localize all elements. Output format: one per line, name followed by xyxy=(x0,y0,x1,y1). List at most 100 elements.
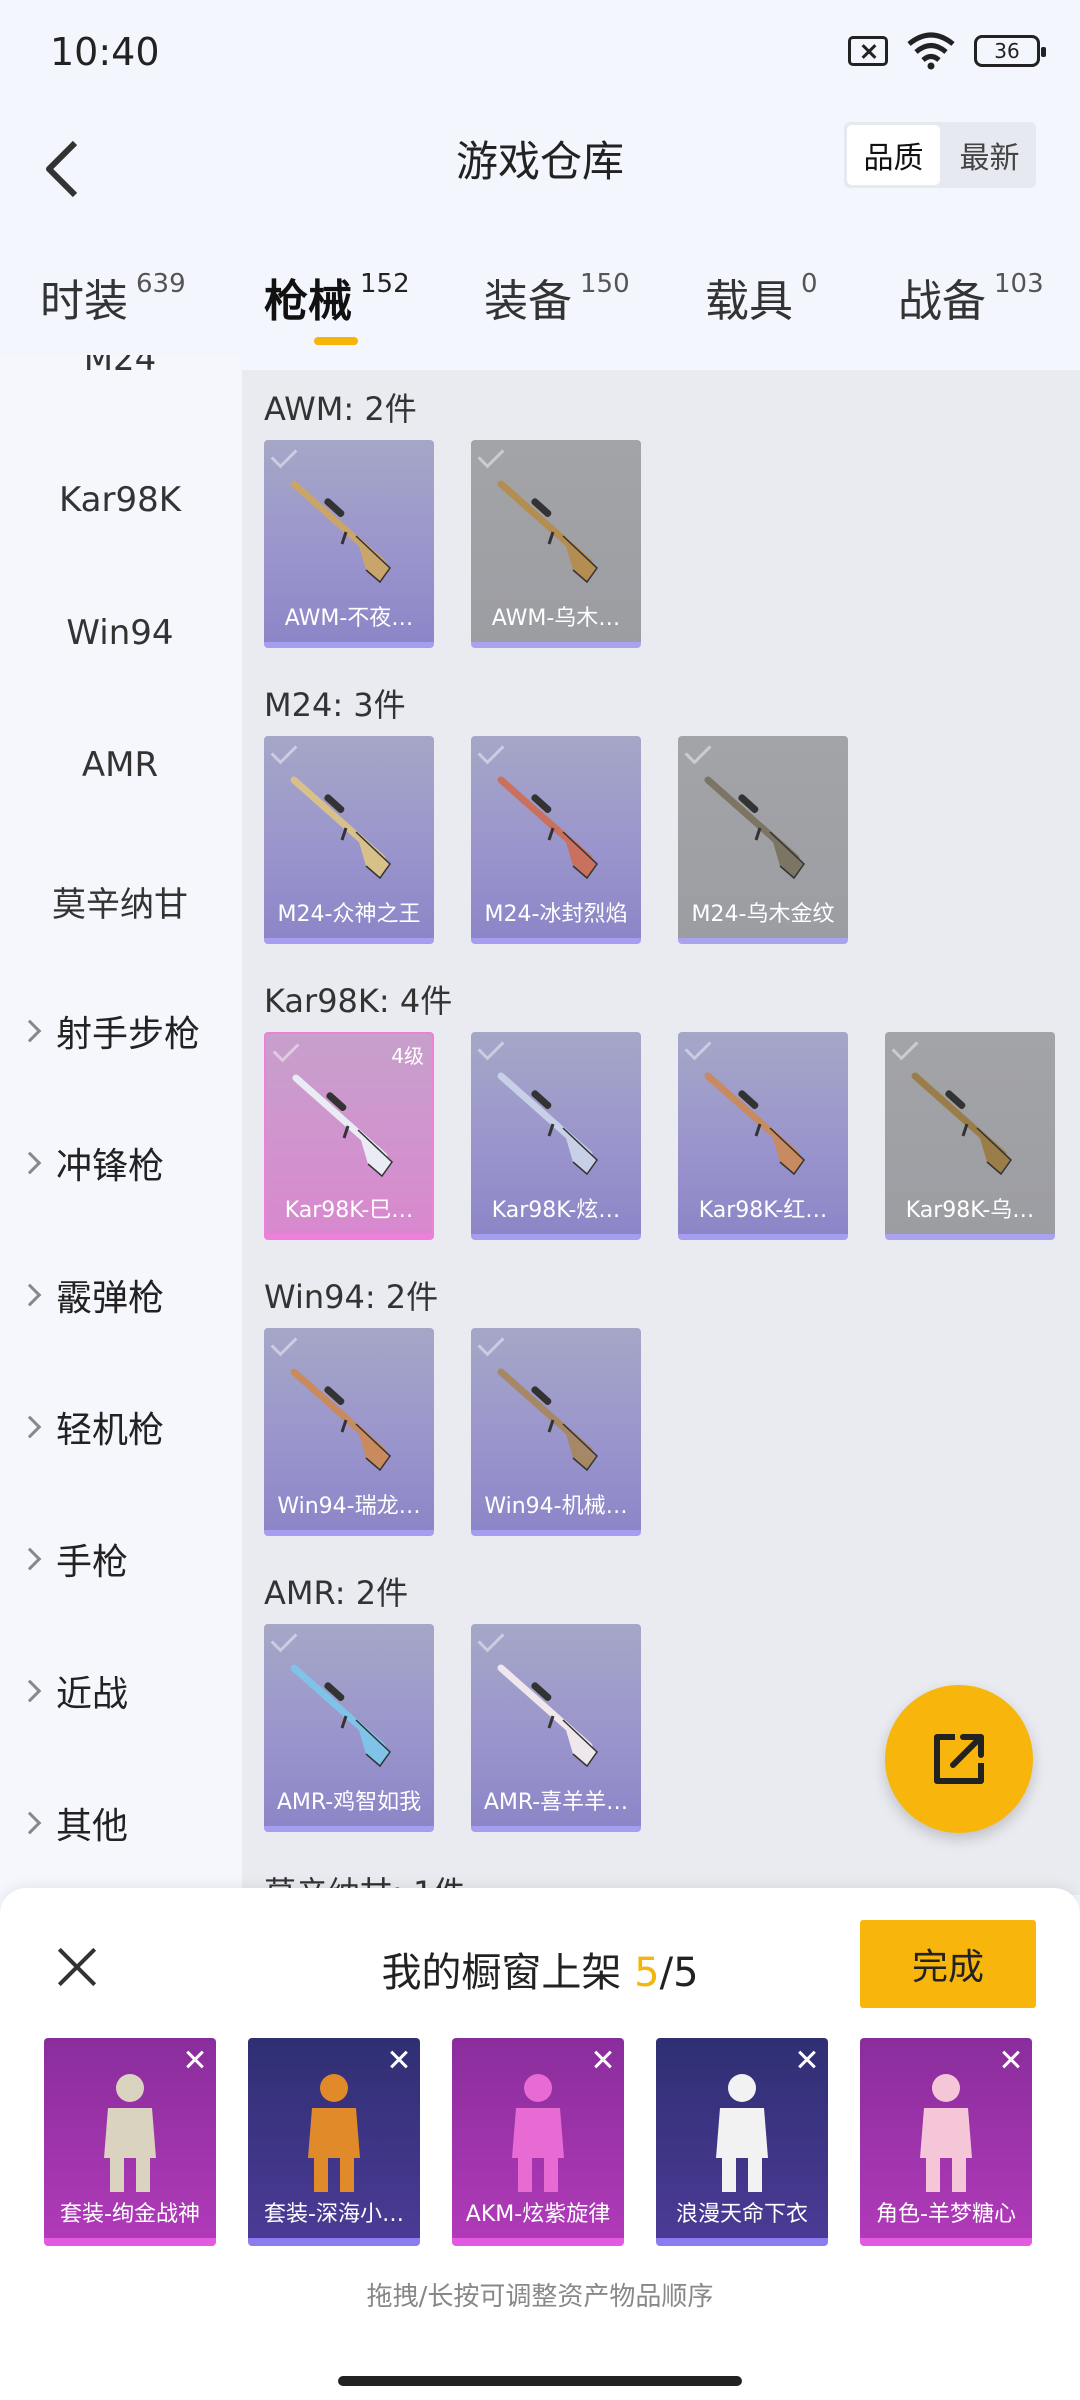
weapon-name: M24-众神之王 xyxy=(277,902,421,927)
weapon-card[interactable]: AMR-喜羊羊… xyxy=(471,1624,641,1832)
sidebar-cat-marksman[interactable]: 射手步枪 xyxy=(18,1005,201,1057)
chevron-right-icon xyxy=(18,1415,42,1439)
chevron-right-icon xyxy=(18,1283,42,1307)
tab-label: 时装 xyxy=(40,276,128,327)
showcase-item[interactable]: 套装-深海小… xyxy=(248,2038,420,2246)
no-sim-icon xyxy=(848,36,888,66)
item-artwork xyxy=(682,2066,802,2196)
active-tab-indicator xyxy=(314,337,358,345)
sidebar-cat-label: 近战 xyxy=(56,1674,129,1715)
weapon-card[interactable]: Kar98K-炫… xyxy=(471,1032,641,1240)
sidebar-cat-label: 射手步枪 xyxy=(56,1014,201,1055)
weapon-card[interactable]: M24-乌木金纹 xyxy=(678,736,848,944)
weapon-name: Win94-瑞龙… xyxy=(277,1494,421,1519)
weapon-name: AWM-不夜… xyxy=(284,606,414,631)
check-icon[interactable] xyxy=(684,737,712,765)
weapon-sidebar: M24 Kar98K Win94 AMR 莫辛纳甘 射手步枪 冲锋枪 霰弹枪 轻… xyxy=(0,355,240,1895)
sidebar-item-mosin[interactable]: 莫辛纳甘 xyxy=(0,877,240,926)
sidebar-cat-shotgun[interactable]: 霰弹枪 xyxy=(18,1269,164,1321)
weapon-name: M24-冰封烈焰 xyxy=(484,902,628,927)
wifi-icon xyxy=(907,32,955,70)
weapon-name: Kar98K-炫… xyxy=(491,1198,621,1223)
check-icon[interactable] xyxy=(270,1625,298,1653)
weapon-card[interactable]: AMR-鸡智如我 xyxy=(264,1624,434,1832)
check-icon[interactable] xyxy=(477,737,505,765)
check-icon[interactable] xyxy=(477,1329,505,1357)
rifle-icon xyxy=(286,470,412,590)
item-artwork xyxy=(274,2066,394,2196)
weapon-card[interactable]: AWM-乌木… xyxy=(471,440,641,648)
weapon-card[interactable]: M24-众神之王 xyxy=(264,736,434,944)
showcase-item-name: 套装-深海小… xyxy=(264,2202,404,2227)
check-icon[interactable] xyxy=(270,1329,298,1357)
sort-latest-button[interactable]: 最新 xyxy=(943,122,1036,188)
weapon-card[interactable]: AWM-不夜… xyxy=(264,440,434,648)
showcase-total-count: /5 xyxy=(659,1950,699,1996)
weapon-card[interactable]: Win94-机械… xyxy=(471,1328,641,1536)
weapon-name: AMR-喜羊羊… xyxy=(483,1790,629,1815)
status-bar: 10:40 36 xyxy=(0,0,1080,110)
clock: 10:40 xyxy=(50,30,160,74)
weapon-name: Kar98K-乌… xyxy=(905,1198,1035,1223)
weapon-card[interactable]: Kar98K-红… xyxy=(678,1032,848,1240)
tab-fashion[interactable]: 时装 639 xyxy=(40,265,186,329)
rifle-icon xyxy=(286,1654,412,1774)
sidebar-cat-other[interactable]: 其他 xyxy=(18,1797,128,1849)
sidebar-cat-pistol[interactable]: 手枪 xyxy=(18,1533,128,1585)
showcase-item[interactable]: 浪漫天命下衣 xyxy=(656,2038,828,2246)
sidebar-cat-smg[interactable]: 冲锋枪 xyxy=(18,1137,165,1189)
showcase-item-name: 浪漫天命下衣 xyxy=(675,2202,808,2227)
check-icon[interactable] xyxy=(477,441,505,469)
chevron-right-icon xyxy=(18,1151,42,1175)
tab-count: 152 xyxy=(360,269,410,299)
tab-supplies[interactable]: 战备 103 xyxy=(898,265,1044,329)
weapon-card[interactable]: Win94-瑞龙… xyxy=(264,1328,434,1536)
tab-label: 枪械 xyxy=(264,276,352,327)
weapon-name: Kar98K-巳… xyxy=(284,1198,414,1223)
sidebar-item-win94[interactable]: Win94 xyxy=(0,613,240,653)
rifle-icon xyxy=(700,766,826,886)
weapon-name: Win94-机械… xyxy=(484,1494,628,1519)
share-external-icon xyxy=(934,1734,984,1784)
weapon-card[interactable]: Kar98K-乌… xyxy=(885,1032,1055,1240)
tab-guns[interactable]: 枪械 152 xyxy=(264,265,410,329)
showcase-item[interactable]: AKM-炫紫旋律 xyxy=(452,2038,624,2246)
group-title: AWM: 2件 xyxy=(264,390,417,428)
sort-quality-button[interactable]: 品质 xyxy=(847,125,940,185)
group-title: Kar98K: 4件 xyxy=(264,982,453,1020)
home-indicator[interactable] xyxy=(338,2376,742,2386)
sidebar-item-amr[interactable]: AMR xyxy=(0,745,240,785)
check-icon[interactable] xyxy=(272,1035,300,1063)
showcase-item-name: 套装-绚金战神 xyxy=(60,2202,200,2227)
reorder-hint: 拖拽/长按可调整资产物品顺序 xyxy=(366,2282,714,2312)
tab-equipment[interactable]: 装备 150 xyxy=(484,265,630,329)
check-icon[interactable] xyxy=(477,1033,505,1061)
check-icon[interactable] xyxy=(891,1033,919,1061)
rifle-icon xyxy=(493,1358,619,1478)
rifle-icon xyxy=(286,1358,412,1478)
showcase-title-text: 我的橱窗上架 xyxy=(381,1950,635,1996)
share-button[interactable] xyxy=(885,1685,1033,1833)
sidebar-cat-label: 冲锋枪 xyxy=(56,1146,165,1187)
weapon-card[interactable]: 4级 Kar98K-巳… xyxy=(264,1032,434,1240)
tab-count: 0 xyxy=(801,269,818,299)
check-icon[interactable] xyxy=(477,1625,505,1653)
weapon-card[interactable]: M24-冰封烈焰 xyxy=(471,736,641,944)
tab-count: 150 xyxy=(580,269,630,299)
weapon-name: Kar98K-红… xyxy=(698,1198,828,1223)
sort-toggle: 品质 最新 xyxy=(844,122,1036,188)
showcase-item[interactable]: 角色-羊梦糖心 xyxy=(860,2038,1032,2246)
check-icon[interactable] xyxy=(270,441,298,469)
check-icon[interactable] xyxy=(270,737,298,765)
showcase-item[interactable]: 套装-绚金战神 xyxy=(44,2038,216,2246)
chevron-right-icon xyxy=(18,1019,42,1043)
group-title: Win94: 2件 xyxy=(264,1278,439,1316)
check-icon[interactable] xyxy=(684,1033,712,1061)
sidebar-item-m24[interactable]: M24 xyxy=(0,355,240,379)
done-button[interactable]: 完成 xyxy=(860,1920,1036,2008)
sidebar-item-kar98k[interactable]: Kar98K xyxy=(0,480,240,520)
category-tabs: 时装 639 枪械 152 装备 150 载具 0 战备 103 xyxy=(0,255,1080,355)
sidebar-cat-lmg[interactable]: 轻机枪 xyxy=(18,1401,164,1453)
sidebar-cat-melee[interactable]: 近战 xyxy=(18,1665,129,1717)
tab-vehicles[interactable]: 载具 0 xyxy=(705,265,818,329)
